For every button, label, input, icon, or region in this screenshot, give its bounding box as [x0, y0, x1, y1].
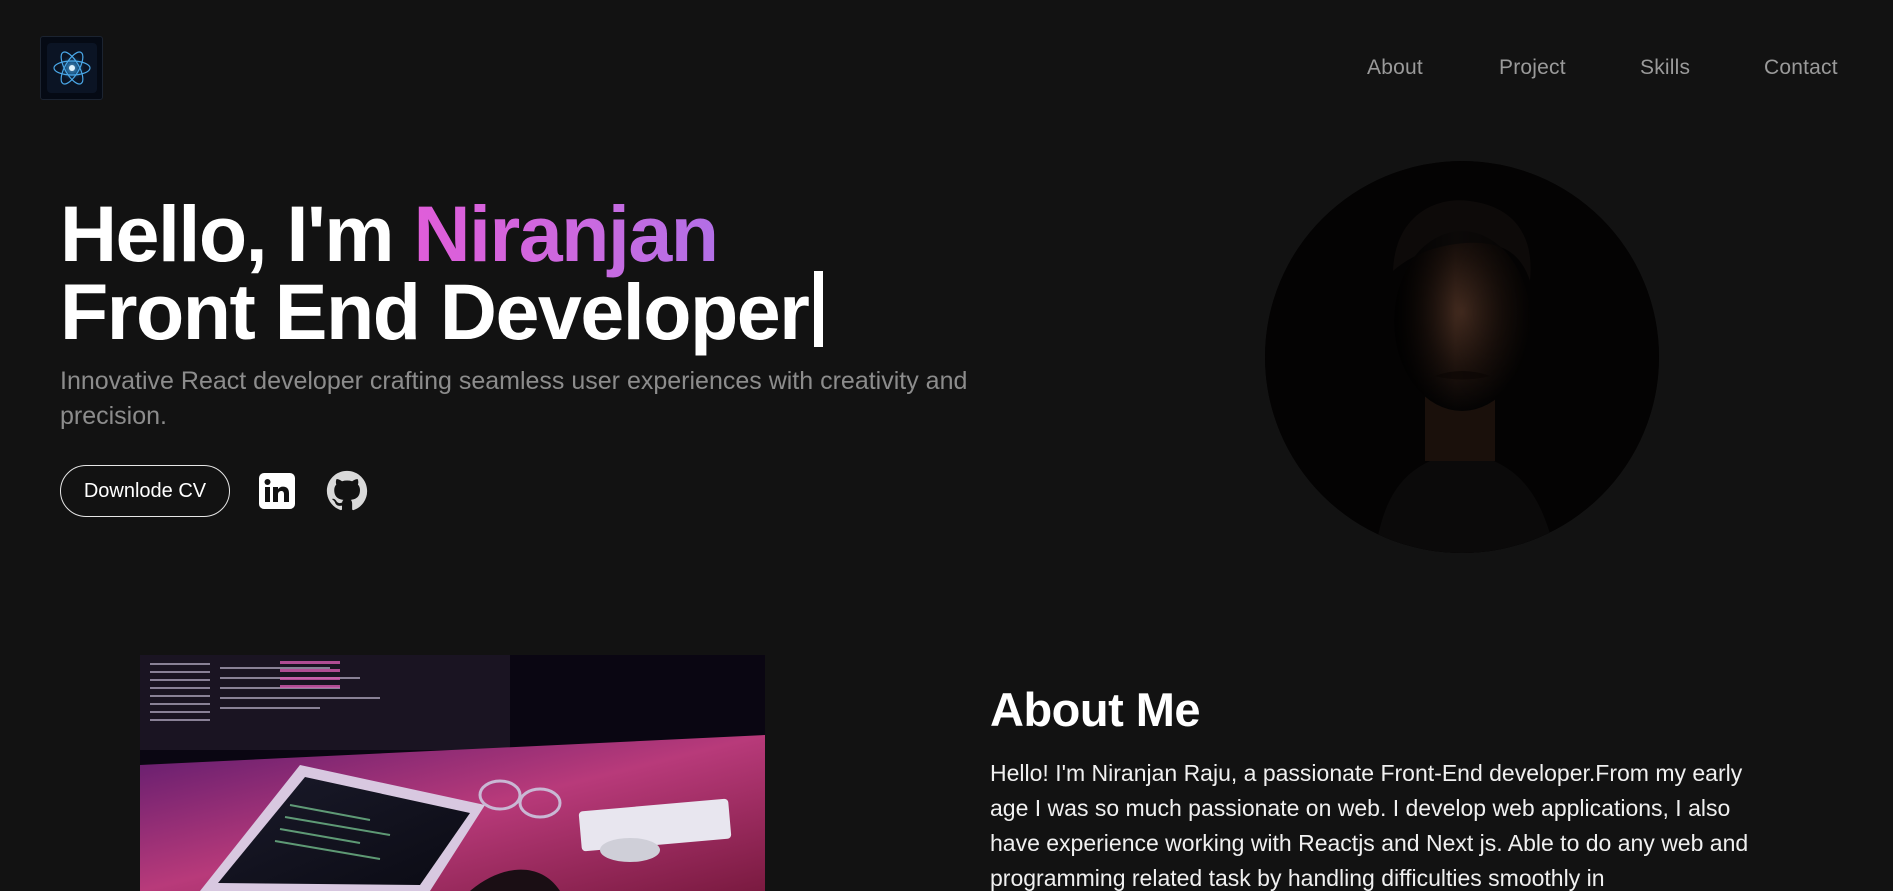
typing-cursor [814, 271, 824, 347]
linkedin-icon [259, 473, 295, 509]
main-nav: About Project Skills Contact [0, 56, 1893, 82]
portfolio-page: About Project Skills Contact Hello, I'm … [0, 0, 1893, 891]
nav-link-skills[interactable]: Skills [1640, 56, 1690, 80]
download-cv-button[interactable]: Downlode CV [60, 465, 230, 517]
hero-greeting: Hello, I'm [60, 189, 414, 278]
nav-link-project[interactable]: Project [1499, 56, 1566, 80]
github-link[interactable] [326, 470, 368, 512]
hero-role: Front End Developer [60, 267, 810, 356]
nav-link-about[interactable]: About [1367, 56, 1423, 80]
about-title: About Me [990, 683, 1201, 736]
profile-photo [1265, 161, 1659, 553]
nav-link-contact[interactable]: Contact [1764, 56, 1838, 80]
hero-title: Hello, I'm Niranjan Front End Developer [60, 189, 824, 356]
workspace-illustration [140, 655, 765, 891]
profile-photo-illustration [1265, 161, 1659, 553]
hero-subtitle: Innovative React developer crafting seam… [60, 367, 968, 430]
about-image [140, 655, 765, 891]
about-description: Hello! I'm Niranjan Raju, a passionate F… [990, 760, 1749, 891]
linkedin-link[interactable] [259, 473, 295, 509]
hero-role-line: Front End Developer [60, 267, 824, 356]
github-icon [326, 470, 368, 511]
hero-name: Niranjan [413, 189, 719, 278]
